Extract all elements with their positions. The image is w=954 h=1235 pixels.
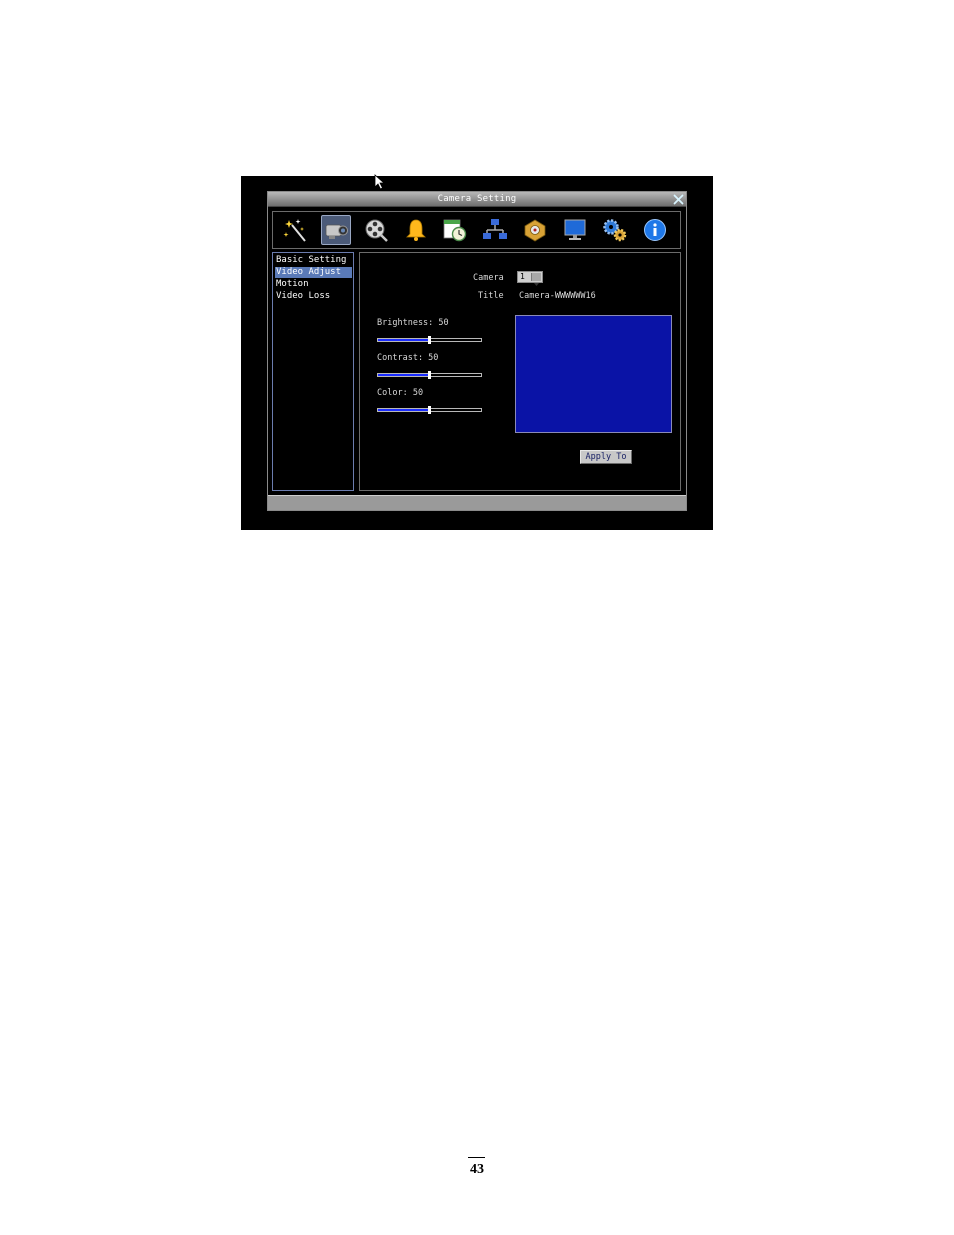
- color-slider-fill: [378, 409, 429, 411]
- contrast-label: Contrast: 50: [377, 353, 439, 363]
- dvr-screen: Camera Setting Basic Setting Video Adjus…: [241, 174, 713, 530]
- page-number-rule: [468, 1157, 485, 1158]
- network-icon: [483, 219, 507, 239]
- sidebar-item-basic-setting[interactable]: Basic Setting: [275, 255, 352, 266]
- settings-sidebar: Basic Setting Video Adjust Motion Video …: [272, 252, 354, 491]
- tool-network[interactable]: [480, 215, 510, 245]
- video-adjust-panel: Camera 1 Title Camera-WWWWWW16 Brightnes…: [359, 252, 681, 491]
- camera-label: Camera: [473, 273, 504, 283]
- tool-system[interactable]: [600, 215, 630, 245]
- camera-select-value: 1: [520, 272, 525, 281]
- color-slider-handle[interactable]: [428, 406, 431, 414]
- color-slider[interactable]: [377, 406, 482, 414]
- schedule-icon: [443, 219, 467, 242]
- close-icon[interactable]: [673, 194, 684, 205]
- contrast-slider[interactable]: [377, 371, 482, 379]
- window-titlebar[interactable]: Camera Setting: [268, 192, 686, 207]
- page-number: 43: [470, 1162, 484, 1177]
- chevron-down-icon: [531, 273, 541, 286]
- tool-info[interactable]: [640, 215, 670, 245]
- camera-select[interactable]: 1: [517, 271, 543, 286]
- tool-schedule[interactable]: [440, 215, 470, 245]
- brightness-slider[interactable]: [377, 336, 482, 344]
- contrast-slider-fill: [378, 374, 429, 376]
- wizard-icon: [283, 219, 306, 242]
- tool-record[interactable]: [361, 215, 391, 245]
- sidebar-item-video-loss[interactable]: Video Loss: [275, 291, 352, 302]
- tool-wizard[interactable]: [281, 215, 311, 245]
- display-monitor-icon: [564, 219, 586, 240]
- mouse-pointer-icon: [374, 174, 386, 190]
- record-icon: [365, 219, 388, 242]
- sidebar-item-video-adjust[interactable]: Video Adjust: [275, 267, 352, 278]
- brightness-slider-fill: [378, 339, 429, 341]
- title-label: Title: [478, 291, 504, 301]
- apply-to-button[interactable]: Apply To: [580, 450, 632, 464]
- window-title: Camera Setting: [437, 194, 517, 204]
- color-label: Color: 50: [377, 388, 424, 398]
- system-gears-icon: [603, 219, 627, 242]
- tool-alarm[interactable]: [401, 215, 431, 245]
- camera-icon: [325, 224, 348, 239]
- brightness-slider-handle[interactable]: [428, 336, 431, 344]
- menu-toolbar: [272, 211, 681, 249]
- storage-icon: [524, 219, 546, 242]
- contrast-slider-handle[interactable]: [428, 371, 431, 379]
- status-bar: [268, 495, 686, 510]
- camera-setting-window: Camera Setting Basic Setting Video Adjus…: [267, 191, 687, 511]
- title-value[interactable]: Camera-WWWWWW16: [519, 291, 596, 301]
- info-icon: [644, 219, 666, 241]
- alarm-bell-icon: [406, 219, 426, 241]
- sidebar-item-motion[interactable]: Motion: [275, 279, 352, 290]
- brightness-label: Brightness: 50: [377, 318, 449, 328]
- tool-display[interactable]: [560, 215, 590, 245]
- video-preview: [515, 315, 672, 433]
- tool-storage[interactable]: [520, 215, 550, 245]
- tool-camera[interactable]: [321, 215, 351, 245]
